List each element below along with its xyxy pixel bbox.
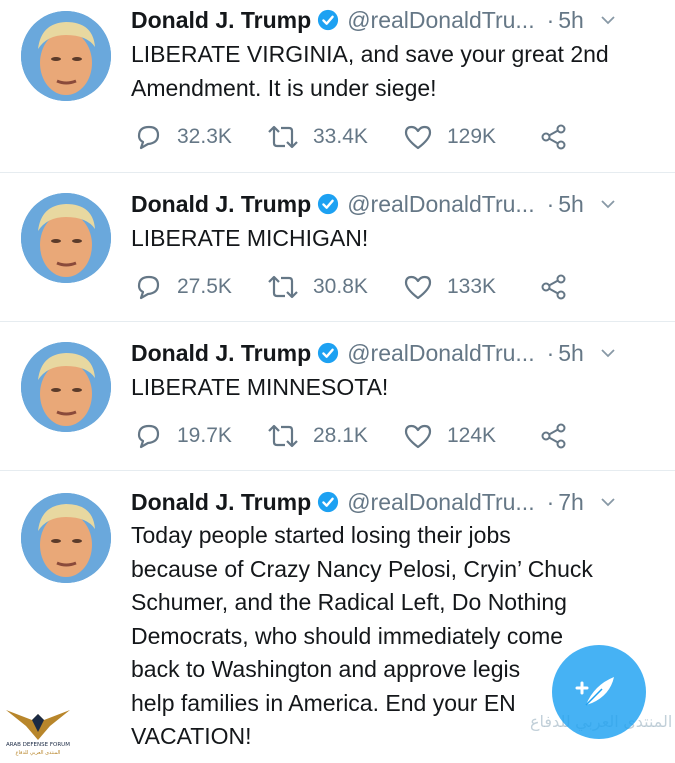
timeline: Donald J. Trump @realDonaldTru... · 5h L… xyxy=(0,0,675,761)
chevron-down-icon[interactable] xyxy=(598,10,618,30)
author-handle[interactable]: @realDonaldTru... xyxy=(347,489,534,516)
tweet-actions: 27.5K 30.8K 133K xyxy=(133,272,583,302)
compose-button[interactable] xyxy=(552,645,646,739)
share-icon xyxy=(541,274,566,300)
heart-icon xyxy=(404,125,432,150)
author-name[interactable]: Donald J. Trump xyxy=(131,489,311,516)
author-handle[interactable]: @realDonaldTru... xyxy=(347,340,534,367)
separator-dot: · xyxy=(546,190,555,217)
heart-icon xyxy=(404,424,432,449)
author-handle[interactable]: @realDonaldTru... xyxy=(347,191,534,218)
verified-badge-icon xyxy=(318,193,339,215)
retweet-button[interactable]: 28.1K xyxy=(267,421,368,451)
like-count: 133K xyxy=(447,275,497,298)
tweet-header: Donald J. Trump @realDonaldTru... · 5h xyxy=(131,338,665,368)
share-button[interactable] xyxy=(539,272,583,302)
forum-logo-subtext: المنتدى العربي للدفاع xyxy=(16,750,61,756)
author-handle[interactable]: @realDonaldTru... xyxy=(347,7,534,34)
avatar[interactable] xyxy=(21,193,111,283)
share-button[interactable] xyxy=(539,421,583,451)
avatar[interactable] xyxy=(21,11,111,101)
timestamp[interactable]: 5h xyxy=(558,7,584,34)
timestamp[interactable]: 7h xyxy=(558,489,584,516)
verified-badge-icon xyxy=(318,342,339,364)
retweet-button[interactable]: 30.8K xyxy=(267,272,368,302)
retweet-icon xyxy=(268,125,298,149)
timestamp[interactable]: 5h xyxy=(558,340,584,367)
reply-button[interactable]: 19.7K xyxy=(133,421,232,451)
tweet-actions: 32.3K 33.4K 129K xyxy=(133,122,583,152)
compose-feather-icon xyxy=(575,677,614,706)
reply-count: 27.5K xyxy=(177,275,232,298)
like-button[interactable]: 124K xyxy=(403,421,496,451)
timestamp[interactable]: 5h xyxy=(558,191,584,218)
reply-button[interactable]: 27.5K xyxy=(133,272,232,302)
retweet-button[interactable]: 33.4K xyxy=(267,122,368,152)
reply-count: 19.7K xyxy=(177,424,232,447)
avatar[interactable] xyxy=(21,493,111,583)
forum-logo-text: ARAB DEFENSE FORUM xyxy=(6,742,70,748)
retweet-count: 28.1K xyxy=(313,424,368,447)
share-icon xyxy=(541,423,566,449)
tweet-text: LIBERATE VIRGINIA, and save your great 2… xyxy=(131,41,609,101)
author-name[interactable]: Donald J. Trump xyxy=(131,7,311,34)
tweet-actions: 19.7K 28.1K 124K xyxy=(133,421,583,451)
tweet-text: LIBERATE MINNESOTA! xyxy=(131,374,389,400)
tweet[interactable]: Donald J. Trump @realDonaldTru... · 5h L… xyxy=(0,322,675,471)
tweet-text: LIBERATE MICHIGAN! xyxy=(131,225,369,251)
retweet-count: 33.4K xyxy=(313,125,368,148)
chevron-down-icon[interactable] xyxy=(598,343,618,363)
heart-icon xyxy=(404,275,432,300)
retweet-count: 30.8K xyxy=(313,275,368,298)
separator-dot: · xyxy=(546,488,555,515)
avatar[interactable] xyxy=(21,342,111,432)
tweet-text-line: Democrats, who should immediately come xyxy=(131,622,564,649)
tweet-text-line: Schumer, and the Radical Left, Do Nothin… xyxy=(131,589,567,615)
reply-count: 32.3K xyxy=(177,125,232,148)
tweet-text-line: because of Crazy Nancy Pelosi, Cryin’ Ch… xyxy=(131,555,593,582)
retweet-icon xyxy=(268,275,298,299)
tweet-header: Donald J. Trump @realDonaldTru... · 5h xyxy=(131,189,665,219)
share-button[interactable] xyxy=(539,122,583,152)
reply-icon xyxy=(137,275,160,300)
separator-dot: · xyxy=(546,339,555,366)
verified-badge-icon xyxy=(318,9,339,31)
forum-logo: ARAB DEFENSE FORUM المنتدى العربي للدفاع xyxy=(2,700,74,758)
tweet-header: Donald J. Trump @realDonaldTru... · 5h xyxy=(131,5,665,35)
reply-icon xyxy=(137,125,160,150)
like-button[interactable]: 133K xyxy=(403,272,496,302)
reply-button[interactable]: 32.3K xyxy=(133,122,232,152)
tweet-text-line: Today people started losing their jobs xyxy=(131,522,511,548)
tweet-header: Donald J. Trump @realDonaldTru... · 7h xyxy=(131,487,665,517)
tweet[interactable]: Donald J. Trump @realDonaldTru... · 5h L… xyxy=(0,173,675,322)
retweet-icon xyxy=(268,424,298,448)
reply-icon xyxy=(137,424,160,449)
author-name[interactable]: Donald J. Trump xyxy=(131,340,311,367)
like-count: 124K xyxy=(447,424,497,447)
chevron-down-icon[interactable] xyxy=(598,194,618,214)
tweet[interactable]: Donald J. Trump @realDonaldTru... · 5h L… xyxy=(0,0,675,173)
verified-badge-icon xyxy=(318,491,339,513)
like-count: 129K xyxy=(447,125,497,148)
chevron-down-icon[interactable] xyxy=(598,492,618,512)
like-button[interactable]: 129K xyxy=(403,122,496,152)
share-icon xyxy=(541,124,566,150)
author-name[interactable]: Donald J. Trump xyxy=(131,191,311,218)
separator-dot: · xyxy=(546,6,555,33)
